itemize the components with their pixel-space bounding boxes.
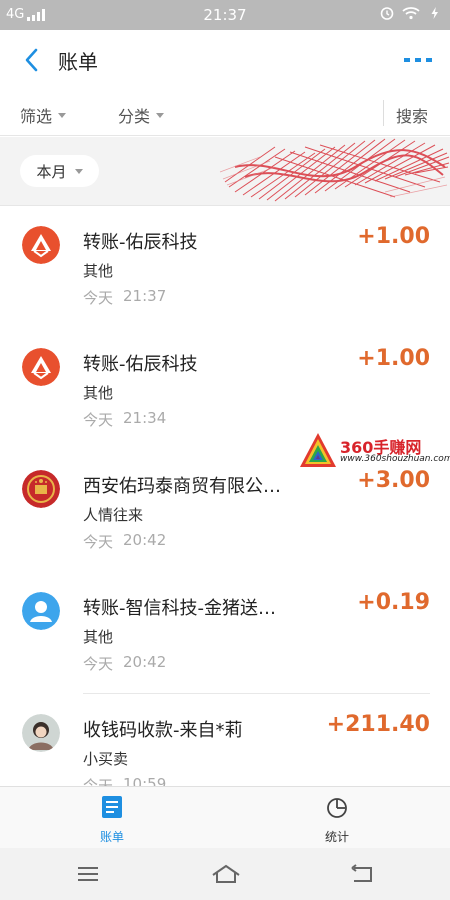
transaction-day: 今天: [83, 655, 114, 673]
transaction-day: 今天: [83, 533, 114, 551]
caret-down-icon: [74, 168, 83, 174]
category-label: 分类: [118, 107, 151, 126]
page-title: 账单: [58, 50, 98, 74]
transaction-amount: +1.00: [357, 346, 430, 371]
transaction-category: 其他: [83, 384, 114, 402]
transaction-list: 转账-佑辰科技 +1.00 其他 今天 21:37 转账-佑辰科技 +1.00 …: [0, 206, 450, 786]
transaction-name: 转账-佑辰科技: [83, 232, 198, 253]
divider: [383, 100, 384, 126]
filter-label: 筛选: [20, 107, 53, 126]
battery-icon: [431, 7, 438, 19]
transaction-amount: +0.19: [357, 590, 430, 615]
month-bar: 本月: [0, 137, 450, 206]
photo-avatar-icon: [22, 714, 60, 752]
transaction-name: 收钱码收款-来自*莉: [83, 720, 243, 741]
category-dropdown[interactable]: 分类: [118, 103, 165, 127]
home-icon[interactable]: [211, 863, 241, 885]
wifi-icon: [402, 7, 420, 20]
transaction-name: 转账-佑辰科技: [83, 354, 198, 375]
transaction-date: 今天 21:34: [83, 409, 166, 430]
more-dots-icon[interactable]: [404, 56, 432, 64]
back-nav-icon[interactable]: [350, 863, 374, 885]
bill-list-icon: [102, 796, 122, 818]
filter-dropdown[interactable]: 筛选: [20, 103, 67, 127]
tab-bill[interactable]: 账单: [82, 795, 142, 845]
transaction-category: 其他: [83, 262, 114, 280]
transaction-name: 西安佑玛泰商贸有限公…: [83, 476, 281, 497]
back-chevron-icon[interactable]: [20, 46, 44, 74]
transaction-name: 转账-智信科技-金猪送…: [83, 598, 276, 619]
user-avatar-icon: [22, 592, 60, 630]
transaction-date: 今天 21:37: [83, 287, 166, 308]
pie-chart-icon: [327, 798, 347, 818]
tab-bar: 账单 统计: [0, 786, 450, 848]
redaction-scribble: [219, 138, 450, 202]
bank-logo-icon: [22, 348, 60, 386]
transaction-date: 今天 20:42: [83, 653, 166, 674]
search-button[interactable]: 搜索: [396, 103, 428, 127]
transaction-day: 今天: [83, 411, 114, 429]
transaction-day: 今天: [83, 777, 114, 786]
transaction-time: 21:34: [123, 409, 167, 427]
status-right: [380, 6, 442, 20]
status-bar: 4G 21:37: [0, 0, 450, 30]
alarm-icon: [380, 7, 394, 20]
transaction-date: 今天 10:59: [83, 775, 166, 786]
transaction-time: 10:59: [123, 775, 167, 786]
tab-stats[interactable]: 统计: [307, 795, 367, 845]
system-nav-bar: [0, 848, 450, 900]
transaction-category: 小买卖: [83, 750, 129, 768]
caret-down-icon: [156, 112, 165, 118]
transaction-amount: +1.00: [357, 224, 430, 249]
tab-bill-label: 账单: [99, 830, 124, 844]
transaction-row[interactable]: 转账-佑辰科技 +1.00 其他 今天 21:37: [0, 206, 450, 328]
filter-bar: 筛选 分类 搜索: [0, 90, 450, 136]
transaction-time: 21:37: [123, 287, 167, 305]
transaction-day: 今天: [83, 289, 114, 307]
watermark-url: www.360shouzhuan.com: [340, 454, 450, 464]
transaction-category: 其他: [83, 628, 114, 646]
transaction-date: 今天 20:42: [83, 531, 166, 552]
transaction-time: 20:42: [123, 531, 167, 549]
month-label: 本月: [36, 162, 67, 181]
watermark: 360手赚网 www.360shouzhuan.com: [298, 430, 450, 472]
tab-stats-label: 统计: [324, 830, 349, 844]
transaction-time: 20:42: [123, 653, 167, 671]
emblem-icon: [22, 470, 60, 508]
bank-logo-icon: [22, 226, 60, 264]
transaction-row[interactable]: 转账-智信科技-金猪送… +0.19 其他 今天 20:42: [0, 572, 450, 694]
transaction-row[interactable]: 收钱码收款-来自*莉 +211.40 小买卖 今天 10:59: [0, 694, 450, 786]
watermark-logo-icon: [300, 433, 336, 467]
caret-down-icon: [58, 112, 67, 118]
transaction-category: 人情往来: [83, 506, 144, 524]
month-selector[interactable]: 本月: [20, 155, 99, 187]
nav-bar: 账单: [0, 30, 450, 90]
menu-icon[interactable]: [76, 863, 100, 885]
transaction-amount: +211.40: [326, 712, 430, 737]
